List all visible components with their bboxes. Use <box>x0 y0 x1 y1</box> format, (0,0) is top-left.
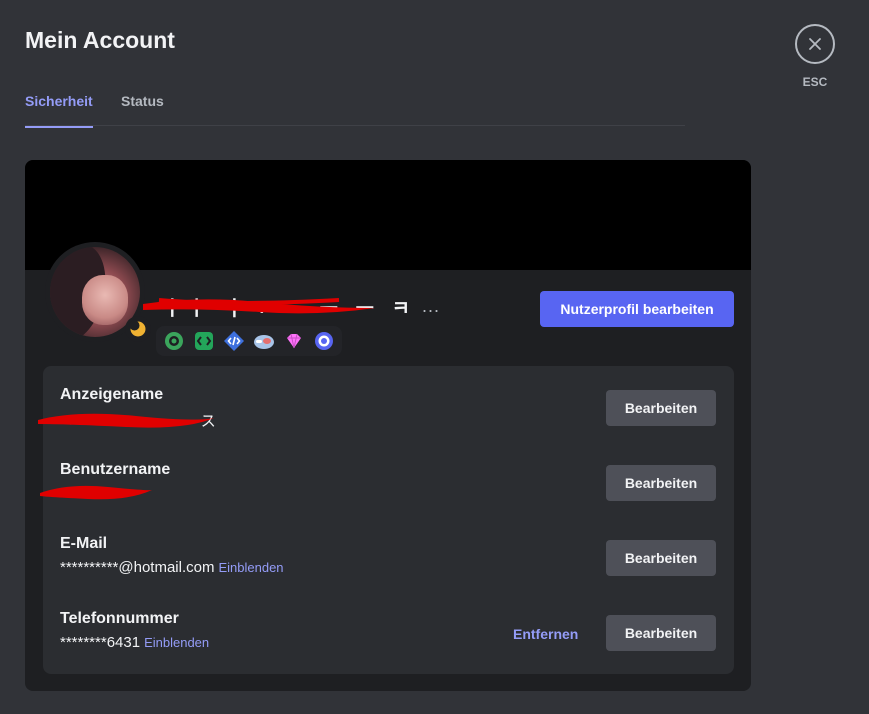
tab-bar: Sicherheit Status <box>25 88 685 128</box>
edit-user-profile-button[interactable]: Nutzerprofil bearbeiten <box>540 291 734 327</box>
avatar-face <box>82 275 128 325</box>
email-label: E-Mail <box>60 535 108 552</box>
profile-banner <box>25 160 751 270</box>
profile-card: ㅣㅣ ㅓㅋ ㅡ ㅡ ㅡ ㅋ ... Nutzerprofil bearbeite… <box>25 160 751 691</box>
phone-value: ********6431 Einblenden <box>60 634 209 653</box>
phone-text: ********6431 <box>60 634 141 651</box>
developer-badge[interactable] <box>222 329 246 353</box>
username-field: Benutzername ㆍ ㆍ ㆍ ㆍ <box>40 461 171 505</box>
phone-field: Telefonnummer ********6431 Einblenden <box>60 610 209 653</box>
email-text: **********@hotmail.com <box>60 559 215 576</box>
display-name-label: Anzeigename <box>60 386 164 403</box>
tab-security[interactable]: Sicherheit <box>25 93 93 128</box>
moon-icon <box>129 320 146 337</box>
status-idle-indicator <box>125 316 151 342</box>
email-field: E-Mail **********@hotmail.com Einblenden <box>60 535 284 578</box>
page-title: Mein Account <box>25 27 175 53</box>
display-name-value: ヽㅋ ㅡ ㅡ ㅡ ㅡ ㅡ ㅡ ス <box>38 410 216 430</box>
tab-status[interactable]: Status <box>121 93 164 126</box>
username-label: Benutzername <box>60 461 171 478</box>
remove-phone-link[interactable]: Entfernen <box>513 626 578 642</box>
reveal-email-link[interactable]: Einblenden <box>218 560 283 575</box>
display-name-text: ヽㅋ ㅡ ㅡ ㅡ ㅡ ㅡ ㅡ ス <box>60 413 216 430</box>
quest-badge[interactable] <box>312 329 336 353</box>
edit-email-button[interactable]: Bearbeiten <box>606 540 716 576</box>
username-text: ㆍ ㆍ ㆍ ㆍ <box>60 488 128 505</box>
esc-label: ESC <box>802 75 828 89</box>
account-info-panel: Anzeigename ヽㅋ ㅡ ㅡ ㅡ ㅡ ㅡ ㅡ ス Bearbeiten … <box>38 366 734 674</box>
close-button[interactable] <box>795 24 835 64</box>
username-value: ㆍ ㆍ ㆍ ㆍ <box>40 485 170 505</box>
edit-username-button[interactable]: Bearbeiten <box>606 465 716 501</box>
display-name-field: Anzeigename ヽㅋ ㅡ ㅡ ㅡ ㅡ ㅡ ㅡ ス <box>38 386 216 430</box>
boost-gem-badge[interactable] <box>282 329 306 353</box>
email-value: **********@hotmail.com Einblenden <box>60 559 284 578</box>
edit-phone-button[interactable]: Bearbeiten <box>606 615 716 651</box>
phone-label: Telefonnummer <box>60 610 179 627</box>
hypesquad-badge[interactable] <box>252 329 276 353</box>
badge-list <box>156 326 342 356</box>
username-row: ㅣㅣ ㅓㅋ ㅡ ㅡ ㅡ ㅋ ... <box>143 292 440 320</box>
edit-display-name-button[interactable]: Bearbeiten <box>606 390 716 426</box>
account-settings-page: Mein Account Sicherheit Status ESC ㅣㅣ ㅓㅋ… <box>0 0 869 714</box>
nitro-badge[interactable] <box>162 329 186 353</box>
avatar-frame <box>45 242 151 342</box>
close-control: ESC <box>795 24 835 89</box>
profile-username: ㅣㅣ ㅓㅋ ㅡ ㅡ ㅡ ㅋ <box>163 297 416 320</box>
active-developer-badge[interactable] <box>192 329 216 353</box>
reveal-phone-link[interactable]: Einblenden <box>144 635 209 650</box>
close-icon <box>809 38 821 50</box>
username-overflow: ... <box>421 295 440 316</box>
